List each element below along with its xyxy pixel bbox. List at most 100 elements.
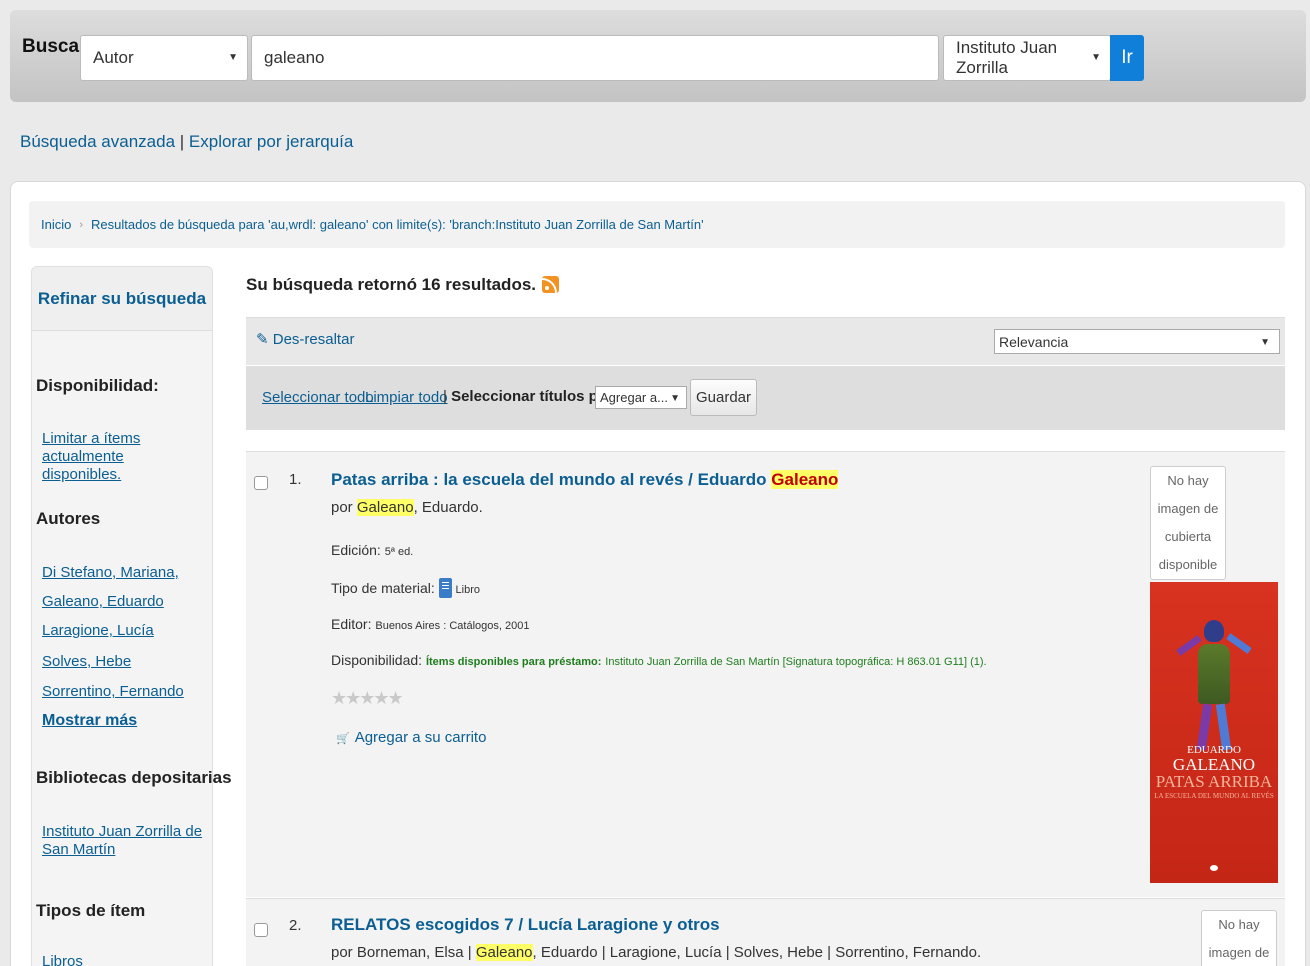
cover-subtitle: LA ESCUELA DEL MUNDO AL REVÉS [1154,792,1274,800]
no-cover-placeholder: No hay imagen de [1201,910,1277,966]
unhighlight-label: Des-resaltar [272,331,355,348]
result-title-text: Patas arriba : la escuela del mundo al r… [331,470,772,489]
libraries-heading: Bibliotecas depositarias [36,768,232,787]
breadcrumb-home[interactable]: Inicio [41,217,71,232]
pencil-icon: ✎ [256,331,273,348]
show-more-link[interactable]: Mostrar más [42,712,137,730]
result-author: por Borneman, Elsa | Galeano, Eduardo | … [331,944,981,961]
edition-label: Edición: [331,542,381,558]
selection-toolbar: Seleccionar todo Limpiar todo | Seleccio… [246,366,1285,430]
search-input[interactable]: galeano [251,35,939,81]
publisher-value[interactable]: Buenos Aires : Catálogos, 2001 [375,620,529,632]
title-highlight: Galeano [771,470,839,489]
publisher-logo-icon [1210,865,1218,871]
add-to-cart-link[interactable]: 🛒 Agregar a su carrito [336,729,486,746]
author-link-highlight[interactable]: Galeano [475,944,533,961]
result-publisher: Editor: Buenos Aires : Catálogos, 2001 [331,616,529,632]
facet-author-5[interactable]: Sorrentino, Fernando [42,683,184,701]
authors-heading: Autores [36,509,101,528]
result-checkbox[interactable] [254,476,268,490]
cover-title: PATAS ARRIBA [1155,772,1273,791]
no-cover-line-1: No hay [1218,917,1260,932]
byline-prefix: por [331,499,357,516]
search-query-value: galeano [264,48,325,67]
itemtypes-heading: Tipos de ítem [36,901,146,920]
byline-prefix[interactable]: por Borneman, Elsa | [331,944,476,961]
breadcrumb: Inicio › Resultados de búsqueda para 'au… [29,201,1285,248]
no-cover-line-2: imagen de [1208,945,1270,960]
go-button[interactable]: Ir [1110,35,1144,81]
branch-select[interactable]: Instituto Juan Zorrilla ▼ [943,35,1111,81]
chevron-down-icon: ▼ [228,52,238,63]
save-button[interactable]: Guardar [690,379,757,416]
rating-stars[interactable]: ★★★★★ [331,688,404,709]
select-titles-separator: | [443,388,452,405]
unhighlight-button[interactable]: ✎ Des-resaltar [256,330,354,348]
author-link-rest[interactable]: , Eduardo. [414,499,483,516]
availability-status: Ítems disponibles para préstamo: [425,656,602,668]
clear-all-link[interactable]: Limpiar todo [365,389,448,406]
breadcrumb-current[interactable]: Resultados de búsqueda para 'au,wrdl: ga… [91,217,704,232]
add-to-value: Agregar a... [600,390,668,405]
add-to-select[interactable]: Agregar a... ▼ [595,386,687,409]
top-links: Búsqueda avanzada | Explorar por jerarqu… [20,132,353,152]
availability-label: Disponibilidad: [331,652,423,668]
sort-value: Relevancia [999,333,1069,350]
facet-itemtype[interactable]: Libros [42,953,83,966]
facet-author-1[interactable]: Di Stefano, Mariana, [42,564,179,582]
search-label: Buscar [22,36,87,57]
facet-library[interactable]: Instituto Juan Zorrilla de San Martín [42,823,207,859]
branch-value: Instituto Juan Zorrilla [956,38,1058,77]
cover-jester-figure [1176,612,1252,762]
cover-figure-body [1198,644,1230,704]
advanced-search-link[interactable]: Búsqueda avanzada [20,132,175,151]
type-value: Libro [455,584,480,596]
refine-title[interactable]: Refinar su búsqueda [32,267,212,331]
no-cover-placeholder: No hay imagen de cubierta disponible [1150,466,1226,580]
search-index-value: Autor [93,48,134,67]
result-material-type: Tipo de material: Libro [331,578,480,598]
results-toolbar: ✎ Des-resaltar Relevancia ▼ [246,317,1285,365]
refine-sidebar: Refinar su búsqueda [31,266,213,966]
result-edition: Edición: 5ª ed. [331,542,413,558]
no-cover-line-1: No hay [1167,473,1209,488]
book-cover-image[interactable]: EDUARDO GALEANO PATAS ARRIBA LA ESCUELA … [1150,582,1278,883]
availability-heading: Disponibilidad: [36,376,159,395]
result-author: por Galeano, Eduardo. [331,499,483,516]
result-item: 2. RELATOS escogidos 7 / Lucía Laragione… [246,898,1285,966]
select-all-link[interactable]: Seleccionar todo [262,389,374,406]
sort-select[interactable]: Relevancia ▼ [994,329,1280,354]
search-index-select[interactable]: Autor ▼ [80,35,248,81]
result-title[interactable]: RELATOS escogidos 7 / Lucía Laragione y … [331,915,720,935]
limit-available-link[interactable]: Limitar a ítems actualmente disponibles. [42,430,207,484]
cover-figure-head [1204,620,1224,642]
chevron-right-icon: › [79,218,84,231]
browse-hierarchy-link[interactable]: Explorar por jerarquía [189,132,353,151]
rss-icon[interactable] [542,276,560,293]
chevron-down-icon: ▼ [670,393,680,404]
facet-author-4[interactable]: Solves, Hebe [42,653,131,671]
result-availability: Disponibilidad: Ítems disponibles para p… [331,652,987,668]
publisher-label: Editor: [331,616,372,632]
result-title[interactable]: Patas arriba : la escuela del mundo al r… [331,470,839,490]
chevron-down-icon: ▼ [1260,337,1270,348]
result-item: 1. Patas arriba : la escuela del mundo a… [246,451,1285,897]
chevron-down-icon: ▼ [1091,52,1101,63]
result-checkbox[interactable] [254,923,268,937]
add-to-cart-label: Agregar a su carrito [354,729,487,746]
edition-value: 5ª ed. [384,546,414,558]
link-separator: | [175,132,189,151]
type-label: Tipo de material: [331,580,435,596]
cart-icon: 🛒 [336,733,350,745]
author-link-highlight[interactable]: Galeano [356,499,414,516]
no-cover-line-3: cubierta [1164,529,1212,544]
no-cover-line-4: disponible [1158,557,1218,572]
cover-author-last: GALEANO [1172,755,1256,774]
cover-figure-arm [1226,633,1252,654]
facet-author-2[interactable]: Galeano, Eduardo [42,593,164,611]
facet-author-3[interactable]: Laragione, Lucía [42,622,154,640]
availability-detail: Instituto Juan Zorrilla de San Martín [S… [605,656,987,668]
book-icon [438,578,452,598]
author-link-rest[interactable]: , Eduardo | Laragione, Lucía | Solves, H… [533,944,982,961]
result-number: 2. [289,917,302,934]
